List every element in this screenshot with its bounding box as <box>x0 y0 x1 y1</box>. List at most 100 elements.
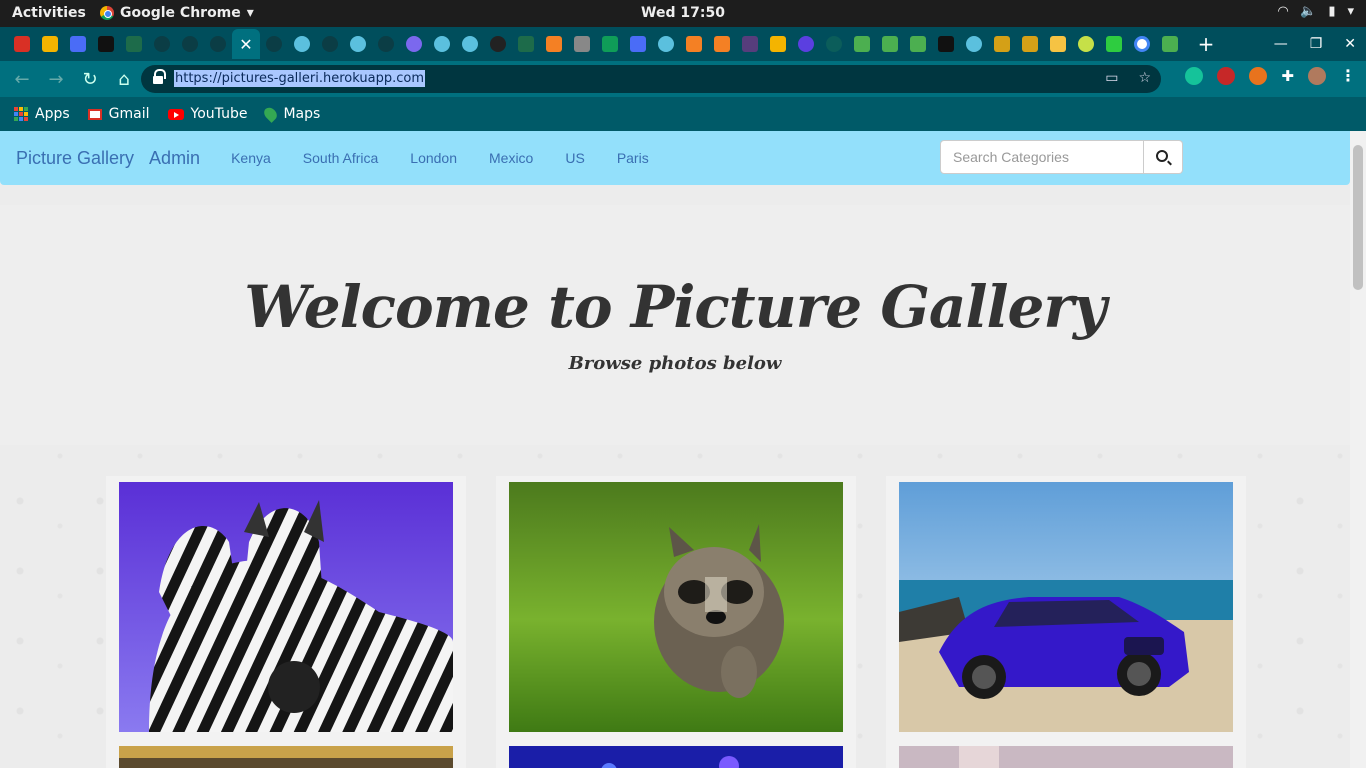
raccoon-photo[interactable] <box>509 482 843 732</box>
forward-arrow-icon[interactable]: → <box>40 63 72 95</box>
tab-google[interactable] <box>1128 29 1156 59</box>
tab-globe[interactable] <box>428 29 456 59</box>
tab-github[interactable] <box>260 29 288 59</box>
tab-stackoverflow[interactable] <box>680 29 708 59</box>
system-tray[interactable]: ◠ 🔈 ▮ ▾ <box>1278 4 1354 19</box>
app-menu[interactable]: Google Chrome ▾ <box>100 5 254 21</box>
bookmark-label: Apps <box>35 106 70 122</box>
tab-w3c[interactable] <box>1156 29 1184 59</box>
tab-px[interactable] <box>1100 29 1128 59</box>
extensions-area: ✚ ⋮ <box>1185 66 1356 85</box>
tab-globe[interactable] <box>288 29 316 59</box>
tab-slides[interactable] <box>764 29 792 59</box>
bookmark-apps[interactable]: Apps <box>14 106 70 122</box>
tab-globe[interactable] <box>344 29 372 59</box>
tab-drive[interactable] <box>36 29 64 59</box>
nav-link-us[interactable]: US <box>565 150 584 166</box>
minimize-icon[interactable]: — <box>1274 36 1288 52</box>
tab-w3c[interactable] <box>848 29 876 59</box>
tab-strip: ✕ + — ❐ ✕ <box>0 27 1366 61</box>
url-text[interactable]: https://pictures-galleri.herokuapp.com <box>174 70 425 87</box>
gallery-card <box>106 476 466 768</box>
tab-github[interactable] <box>176 29 204 59</box>
category-nav: Kenya South Africa London Mexico US Pari… <box>231 150 649 166</box>
maximize-icon[interactable]: ❐ <box>1310 36 1323 52</box>
tab-site[interactable] <box>92 29 120 59</box>
tab-site[interactable] <box>1044 29 1072 59</box>
bookmark-label: Gmail <box>108 106 150 122</box>
bookmark-gmail[interactable]: Gmail <box>87 106 150 122</box>
gallery-card <box>496 476 856 768</box>
menu-kebab-icon[interactable]: ⋮ <box>1340 66 1356 85</box>
tab-site[interactable] <box>120 29 148 59</box>
tab-w3c[interactable] <box>876 29 904 59</box>
bookmark-maps[interactable]: Maps <box>262 105 320 123</box>
tab-site[interactable] <box>484 29 512 59</box>
tab-github[interactable] <box>316 29 344 59</box>
tab-site[interactable] <box>932 29 960 59</box>
new-tab-button[interactable]: + <box>1194 32 1218 56</box>
tab-globe[interactable] <box>456 29 484 59</box>
reload-icon[interactable]: ↻ <box>74 63 106 95</box>
brand-link[interactable]: Picture Gallery <box>16 148 134 169</box>
back-arrow-icon[interactable]: ← <box>6 63 38 95</box>
tab-w3c[interactable] <box>904 29 932 59</box>
web-page: Picture Gallery Admin Kenya South Africa… <box>0 131 1350 768</box>
close-icon[interactable]: ✕ <box>1344 36 1356 52</box>
tab-site[interactable] <box>1072 29 1100 59</box>
system-top-bar: Activities Google Chrome ▾ Wed 17:50 ◠ 🔈… <box>0 0 1366 27</box>
tab-site[interactable] <box>820 29 848 59</box>
tab-site[interactable] <box>568 29 596 59</box>
scrollbar-thumb[interactable] <box>1353 145 1363 290</box>
tab-github[interactable] <box>148 29 176 59</box>
tab-active-close[interactable]: ✕ <box>232 29 260 59</box>
tab-stackoverflow[interactable] <box>540 29 568 59</box>
photo-thumbnail[interactable] <box>119 746 453 768</box>
maps-icon <box>262 105 280 123</box>
photo-thumbnail[interactable] <box>509 746 843 768</box>
search-button[interactable] <box>1144 140 1183 174</box>
tab-zoom[interactable] <box>624 29 652 59</box>
tab-site[interactable] <box>512 29 540 59</box>
tab-site[interactable] <box>1016 29 1044 59</box>
tab-bootstrap[interactable] <box>736 29 764 59</box>
tab-github[interactable] <box>204 29 232 59</box>
admin-link[interactable]: Admin <box>149 148 200 169</box>
tab-sheets[interactable] <box>596 29 624 59</box>
tab-site[interactable] <box>400 29 428 59</box>
nav-link-south-africa[interactable]: South Africa <box>303 150 379 166</box>
blocker-extension-icon[interactable] <box>1217 66 1236 85</box>
nav-link-kenya[interactable]: Kenya <box>231 150 271 166</box>
address-bar[interactable]: https://pictures-galleri.herokuapp.com ▭… <box>141 65 1161 93</box>
tab-globe[interactable] <box>652 29 680 59</box>
wifi-icon: ◠ <box>1278 4 1289 19</box>
profile-avatar[interactable] <box>1308 66 1326 85</box>
bookmark-star-icon[interactable]: ☆ <box>1138 70 1151 86</box>
nav-link-paris[interactable]: Paris <box>617 150 649 166</box>
tab-gmail[interactable] <box>8 29 36 59</box>
cast-icon[interactable]: ▭ <box>1105 70 1118 86</box>
battery-icon: ▮ <box>1328 4 1336 19</box>
tab-site[interactable] <box>792 29 820 59</box>
tab-zoom[interactable] <box>64 29 92 59</box>
car-photo[interactable] <box>899 482 1233 732</box>
nav-link-london[interactable]: London <box>410 150 457 166</box>
tab-site[interactable] <box>988 29 1016 59</box>
puzzle-extensions-icon[interactable]: ✚ <box>1281 67 1294 85</box>
lock-icon[interactable] <box>153 69 166 84</box>
tab-stackoverflow[interactable] <box>708 29 736 59</box>
bookmark-youtube[interactable]: YouTube <box>167 106 247 122</box>
page-scrollbar[interactable] <box>1350 131 1366 768</box>
hero-subtitle: Browse photos below <box>568 353 782 374</box>
nav-link-mexico[interactable]: Mexico <box>489 150 533 166</box>
search-input[interactable] <box>940 140 1144 174</box>
browser-toolbar: ← → ↻ ⌂ https://pictures-galleri.herokua… <box>0 61 1366 97</box>
activities-button[interactable]: Activities <box>12 5 86 21</box>
tab-globe[interactable] <box>960 29 988 59</box>
photo-thumbnail[interactable] <box>899 746 1233 768</box>
zebra-photo[interactable] <box>119 482 453 732</box>
extension-icon[interactable] <box>1249 66 1268 85</box>
grammarly-icon[interactable] <box>1185 66 1204 85</box>
tab-github[interactable] <box>372 29 400 59</box>
home-icon[interactable]: ⌂ <box>108 63 140 95</box>
